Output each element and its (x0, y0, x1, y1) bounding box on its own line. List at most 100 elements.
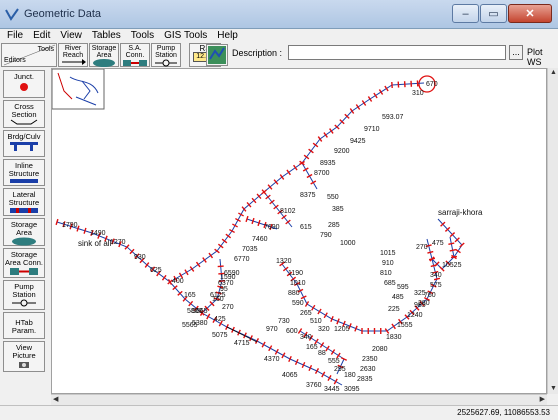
scroll-down-icon[interactable]: ▼ (550, 385, 557, 393)
cross-section-mark[interactable] (257, 219, 261, 227)
station-label: 810 (380, 270, 392, 277)
junction-tool[interactable]: Junct. (3, 70, 45, 98)
view-picture-tool[interactable]: View Picture (3, 341, 45, 372)
close-button[interactable]: ✕ (508, 4, 552, 23)
cross-section-mark[interactable] (55, 218, 59, 226)
station-label: 910 (382, 260, 394, 267)
scroll-up-icon[interactable]: ▲ (550, 69, 557, 77)
overview-thumbnail[interactable] (52, 69, 105, 110)
cross-section-mark[interactable] (427, 250, 434, 254)
cross-section-mark[interactable] (202, 257, 207, 263)
menu-view[interactable]: View (60, 30, 82, 41)
station-label: 593.07 (382, 114, 404, 121)
cross-section-icon (10, 119, 38, 125)
sa-conn-button[interactable]: S.A. Conn. (120, 43, 150, 67)
river-reach-button[interactable]: River Reach (58, 43, 88, 67)
maximize-button[interactable]: ▭ (480, 4, 507, 23)
cross-section-mark[interactable] (329, 128, 334, 134)
menu-tables[interactable]: Tables (92, 30, 121, 41)
browse-button[interactable]: ... (509, 45, 523, 60)
cross-section-mark[interactable] (312, 142, 319, 148)
cross-section-mark[interactable] (293, 164, 298, 171)
cross-section-mark[interactable] (448, 242, 455, 245)
cross-section-mark[interactable] (217, 243, 224, 249)
station-label: 970 (266, 326, 278, 333)
cross-section-mark[interactable] (297, 328, 303, 334)
minimize-button[interactable]: – (452, 4, 479, 23)
cross-section-mark[interactable] (306, 173, 313, 179)
cross-section-mark[interactable] (391, 323, 396, 330)
cross-section-mark[interactable] (83, 227, 87, 234)
cross-section-mark[interactable] (378, 89, 384, 95)
cross-section-mark[interactable] (225, 233, 232, 239)
cross-section-mark[interactable] (251, 217, 255, 225)
storage-area-button[interactable]: Storage Area (89, 43, 119, 67)
station-label: 2350 (362, 356, 378, 363)
station-label: 485 (392, 294, 404, 301)
window-controls: – ▭ ✕ (451, 4, 552, 23)
scroll-right-icon[interactable]: ▶ (540, 396, 545, 404)
cross-section-mark[interactable] (310, 180, 317, 185)
cross-section-label: Cross Section (11, 102, 37, 119)
cross-section-mark[interactable] (195, 261, 201, 268)
htab-param-tool[interactable]: HTab Param. (3, 312, 45, 339)
pump-station-button[interactable]: Pump Station (151, 43, 181, 67)
menu-edit[interactable]: Edit (33, 30, 50, 41)
lateral-structure-tool[interactable]: Lateral Structure (3, 188, 45, 216)
cross-section-mark[interactable] (245, 215, 249, 223)
cross-section-mark[interactable] (361, 100, 367, 106)
lateral-structure-label: Lateral Structure (8, 190, 40, 207)
cross-section-mark[interactable] (323, 312, 328, 319)
menu-help[interactable]: Help (217, 30, 238, 41)
cross-section-mark[interactable] (333, 378, 338, 385)
horizontal-scrollbar[interactable]: ◀ ▶ (51, 394, 547, 405)
sa-conn-label: S.A. Conn. (125, 45, 145, 59)
cross-section-mark[interactable] (325, 345, 330, 352)
menu-gis-tools[interactable]: GIS Tools (164, 30, 207, 41)
scroll-left-icon[interactable]: ◀ (53, 396, 58, 404)
cross-section-mark[interactable] (302, 167, 309, 172)
menu-file[interactable]: File (7, 30, 23, 41)
station-label: 2835 (357, 376, 373, 383)
cross-section-mark[interactable] (279, 174, 285, 180)
schematic-canvas[interactable]: 1790 1490 1270 930 625 400 165 5665 5380 5075 4715… (51, 68, 547, 394)
cross-section-mark[interactable] (367, 96, 373, 102)
status-bar: 2525627.69, 11086553.53 (0, 405, 558, 420)
cross-section-mark[interactable] (161, 274, 167, 281)
menu-tools[interactable]: Tools (131, 30, 154, 41)
inline-structure-tool[interactable]: Inline Structure (3, 159, 45, 186)
cross-section-mark[interactable] (355, 104, 361, 110)
cross-section-mark[interactable] (217, 265, 224, 268)
cross-section-mark[interactable] (311, 304, 316, 311)
cross-section-mark[interactable] (455, 248, 461, 254)
station-label: 1790 (62, 222, 78, 229)
cross-section-mark[interactable] (330, 349, 336, 355)
cross-section-mark[interactable] (373, 92, 378, 99)
cross-section-mark[interactable] (449, 249, 456, 252)
plot-ws-label[interactable]: Plot WS (527, 47, 558, 67)
cross-section-mark[interactable] (321, 371, 326, 378)
storage-area-tool[interactable]: Storage Area (3, 218, 45, 246)
inline-structure-icon (10, 179, 38, 183)
cross-section-mark[interactable] (189, 266, 195, 272)
cross-section-mark[interactable] (384, 85, 389, 92)
cross-section-mark[interactable] (221, 238, 228, 244)
cross-section-mark[interactable] (286, 169, 291, 176)
cross-section-mark[interactable] (208, 252, 214, 259)
description-input[interactable] (288, 45, 506, 60)
cross-section-mark[interactable] (308, 148, 314, 154)
station-label: 8935 (320, 160, 336, 167)
pump-station-tool[interactable]: Pump Station (3, 280, 45, 310)
cross-section-tool[interactable]: Cross Section (3, 100, 45, 128)
storage-area-connection-tool[interactable]: Storage Area Conn. (3, 248, 45, 278)
cross-section-mark[interactable] (303, 154, 310, 160)
cross-section-mark[interactable] (323, 132, 328, 138)
station-label: 1000 (340, 240, 356, 247)
map-picture-button[interactable] (206, 44, 228, 66)
vertical-scrollbar[interactable]: ▲ ▼ (547, 68, 558, 394)
bridge-culvert-tool[interactable]: Brdg/Culv (3, 130, 45, 157)
cross-section-mark[interactable] (327, 375, 332, 381)
cross-section-mark[interactable] (317, 308, 322, 315)
cross-section-mark[interactable] (184, 269, 189, 276)
cross-section-mark[interactable] (319, 342, 325, 348)
